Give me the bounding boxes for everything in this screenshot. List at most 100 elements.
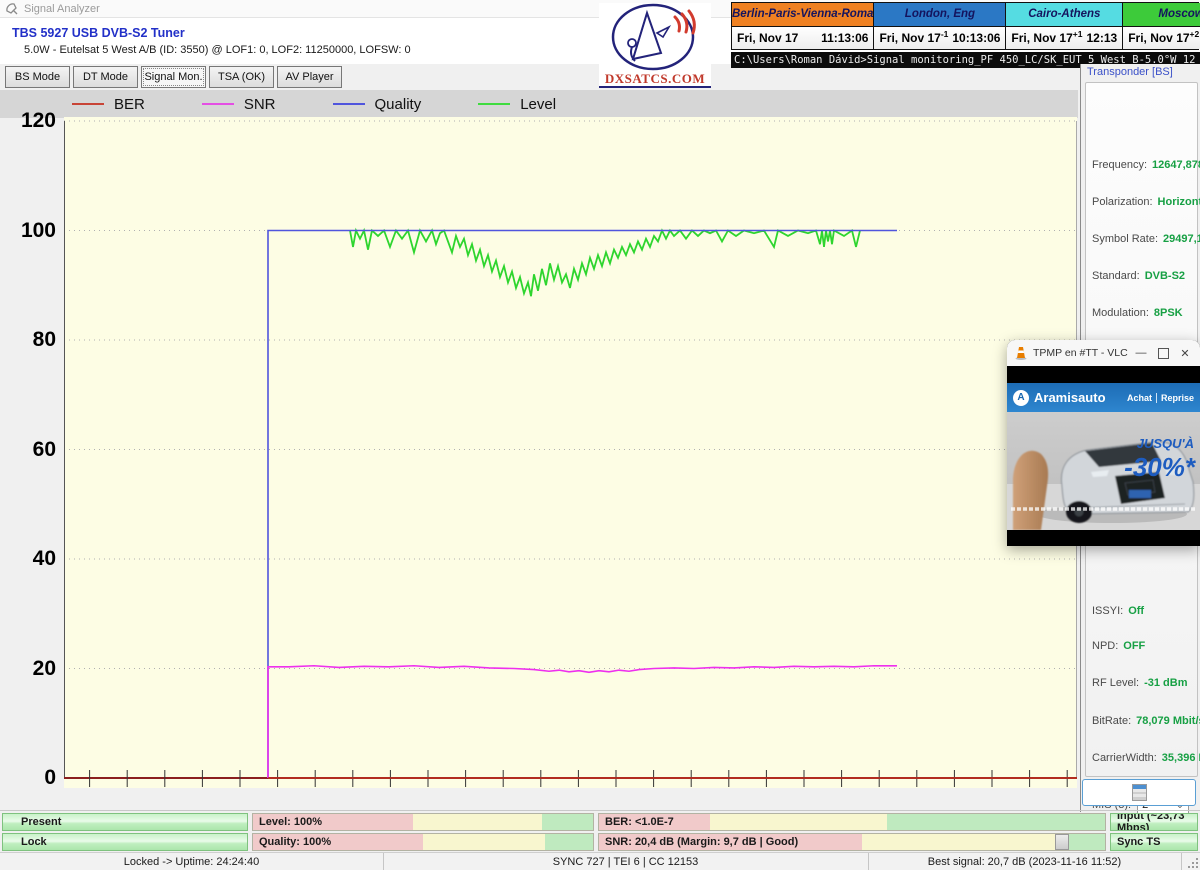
vlc-close-button[interactable]: ✕ <box>1174 342 1196 364</box>
transponder-row-modulation: Modulation:8PSK <box>1092 307 1183 319</box>
vlc-cone-icon <box>1015 346 1027 360</box>
signal-analyzer-app: Signal Analyzer TBS 5927 USB DVB-S2 Tune… <box>0 0 1200 870</box>
vlc-window[interactable]: TPMP en #TT - VLC med... — ✕ A Aramisaut… <box>1007 340 1200 546</box>
field-label: ISSYI: <box>1092 605 1123 617</box>
transponder-row-standard: Standard:DVB-S2 <box>1092 270 1185 282</box>
status-gauge-quality: Quality: 100% <box>252 833 594 851</box>
resize-grip[interactable] <box>1186 856 1198 868</box>
tab-signal-mon[interactable]: Signal Mon. <box>141 66 206 88</box>
legend-item-level: Level <box>478 96 556 113</box>
gauge-zone <box>542 814 593 830</box>
transponder-row-polarization: Polarization:Horizontal <box>1092 196 1200 208</box>
dxsatcs-logo-text: DXSATCS.COM <box>599 71 711 88</box>
vlc-maximize-button[interactable] <box>1152 342 1174 364</box>
gauge-zone <box>413 814 542 830</box>
car-ad-frame: JUSQU'À -30%* <box>1007 412 1200 530</box>
gauge-zone <box>423 834 545 850</box>
field-value: 78,079 Mbit/s <box>1136 715 1200 727</box>
field-value: Off <box>1128 605 1144 617</box>
gauge-label: BER: <1.0E-7 <box>605 816 674 828</box>
legend-swatch-level <box>478 103 510 105</box>
signal-chart-canvas <box>64 117 1077 788</box>
clock-cairo-athens: Cairo-Athens Fri, Nov 17+112:13 <box>1006 3 1123 49</box>
axis-label-20: 20 <box>0 656 56 682</box>
clock-city-label: Moscow <box>1123 3 1200 27</box>
link-achat[interactable]: Achat <box>1127 393 1152 403</box>
clock-utc-offset: +2 <box>1190 29 1200 39</box>
vlc-minimize-button[interactable]: — <box>1130 342 1152 364</box>
bottom-statusbar: Locked -> Uptime: 24:24:40 SYNC 727 | TE… <box>0 852 1200 870</box>
clock-berlin-paris-vienna-roma: Berlin-Paris-Vienna-RomaFri, Nov 1711:13… <box>732 3 874 49</box>
series-quality <box>268 231 897 779</box>
field-label: Standard: <box>1092 270 1140 282</box>
clock-london-eng: London, EngFri, Nov 17-110:13:06 <box>874 3 1006 49</box>
field-label: Modulation: <box>1092 307 1149 319</box>
dxsatcs-logo-graphic <box>599 3 711 71</box>
tuner-name: TBS 5927 USB DVB-S2 Tuner <box>12 26 185 40</box>
transponder-row-issyi-partial: ISSYI: Off <box>1092 605 1144 617</box>
status-row-2: LockQuality: 100%SNR: 20,4 dB (Margin: 9… <box>0 833 1200 851</box>
list-icon <box>1132 784 1147 801</box>
axis-label-0: 0 <box>0 765 56 791</box>
divider <box>1156 393 1157 403</box>
field-label: CarrierWidth: <box>1092 752 1157 764</box>
clock-date: Fri, Nov 17 <box>879 31 940 45</box>
field-value: 29497,128 KS/s <box>1163 233 1200 245</box>
clock-date: Fri, Nov 17 <box>1011 31 1072 45</box>
field-label: RF Level: <box>1092 677 1139 689</box>
tab-dt-mode[interactable]: DT Mode <box>73 66 138 88</box>
legend-item-ber: BER <box>72 96 145 113</box>
app-dish-icon <box>6 3 18 15</box>
gauge-zone <box>710 814 887 830</box>
axis-label-40: 40 <box>0 546 56 572</box>
axis-label-60: 60 <box>0 437 56 463</box>
gauge-zone <box>862 834 1064 850</box>
field-value: OFF <box>1123 640 1145 652</box>
tab-bs-mode[interactable]: BS Mode <box>5 66 70 88</box>
gauge-label: Quality: 100% <box>259 836 331 848</box>
clock-date: Fri, Nov 17 <box>737 31 798 45</box>
clock-utc-offset: +1 <box>1073 29 1083 39</box>
chart-legend: BERSNRQualityLevel <box>0 90 1078 118</box>
tab-av-player[interactable]: AV Player <box>277 66 342 88</box>
field-value: -31 dBm <box>1144 677 1187 689</box>
legend-swatch-ber <box>72 103 104 105</box>
clock-time-value: 10:13:06 <box>952 31 1000 45</box>
legend-swatch-snr <box>202 103 234 105</box>
gauge-label: Level: 100% <box>259 816 322 828</box>
clock-time-value: 12:13 <box>1086 31 1117 45</box>
statusbar-best-signal: Best signal: 20,7 dB (2023-11-16 11:52) <box>868 853 1182 870</box>
gauge-zone <box>545 834 593 850</box>
status-indicator-input-23-73-mbps: Input (~23,73 Mbps) <box>1110 813 1198 831</box>
status-gauge-level: Level: 100% <box>252 813 594 831</box>
field-label: Symbol Rate: <box>1092 233 1158 245</box>
link-reprise[interactable]: Reprise <box>1161 393 1194 403</box>
clock-date: Fri, Nov 17 <box>1128 31 1189 45</box>
vlc-titlebar[interactable]: TPMP en #TT - VLC med... — ✕ <box>1007 340 1200 366</box>
transponder-list-button[interactable] <box>1082 779 1196 806</box>
axis-label-120: 120 <box>0 108 56 134</box>
legend-item-snr: SNR <box>202 96 276 113</box>
gauge-thumb <box>1055 834 1069 850</box>
gauge-zone <box>1065 834 1105 850</box>
field-label: BitRate: <box>1092 715 1131 727</box>
status-indicator-lock: Lock <box>2 833 248 851</box>
clock-city-label: Cairo-Athens <box>1006 3 1122 27</box>
transponder-row-frequency: Frequency:12647,878 MHz <box>1092 159 1200 171</box>
transponder-row-rf-level: RF Level: -31 dBm <box>1092 677 1187 689</box>
ad-banner: A Aramisauto Achat Reprise <box>1007 383 1200 412</box>
vlc-video-area[interactable]: A Aramisauto Achat Reprise <box>1007 366 1200 546</box>
transponder-title: Transponder [BS] <box>1087 66 1173 78</box>
world-clocks: Berlin-Paris-Vienna-RomaFri, Nov 1711:13… <box>731 2 1199 50</box>
tab-tsa-ok[interactable]: TSA (OK) <box>209 66 274 88</box>
clock-city-label: Berlin-Paris-Vienna-Roma <box>732 3 873 27</box>
status-indicator-sync-ts: Sync TS <box>1110 833 1198 851</box>
status-row-1: PresentLevel: 100%BER: <1.0E-7Input (~23… <box>0 813 1200 831</box>
field-label: NPD: <box>1092 640 1118 652</box>
clock-moscow: MoscowFri, Nov 17+213:13 <box>1123 3 1200 49</box>
ad-text-discount: -30%* <box>1124 452 1197 482</box>
statusbar-sync-counters: SYNC 727 | TEI 6 | CC 12153 <box>383 853 869 870</box>
axis-label-80: 80 <box>0 327 56 353</box>
car-ad-graphic: JUSQU'À -30%* <box>1007 412 1200 530</box>
statusbar-lock-uptime: Locked -> Uptime: 24:24:40 <box>0 853 384 870</box>
